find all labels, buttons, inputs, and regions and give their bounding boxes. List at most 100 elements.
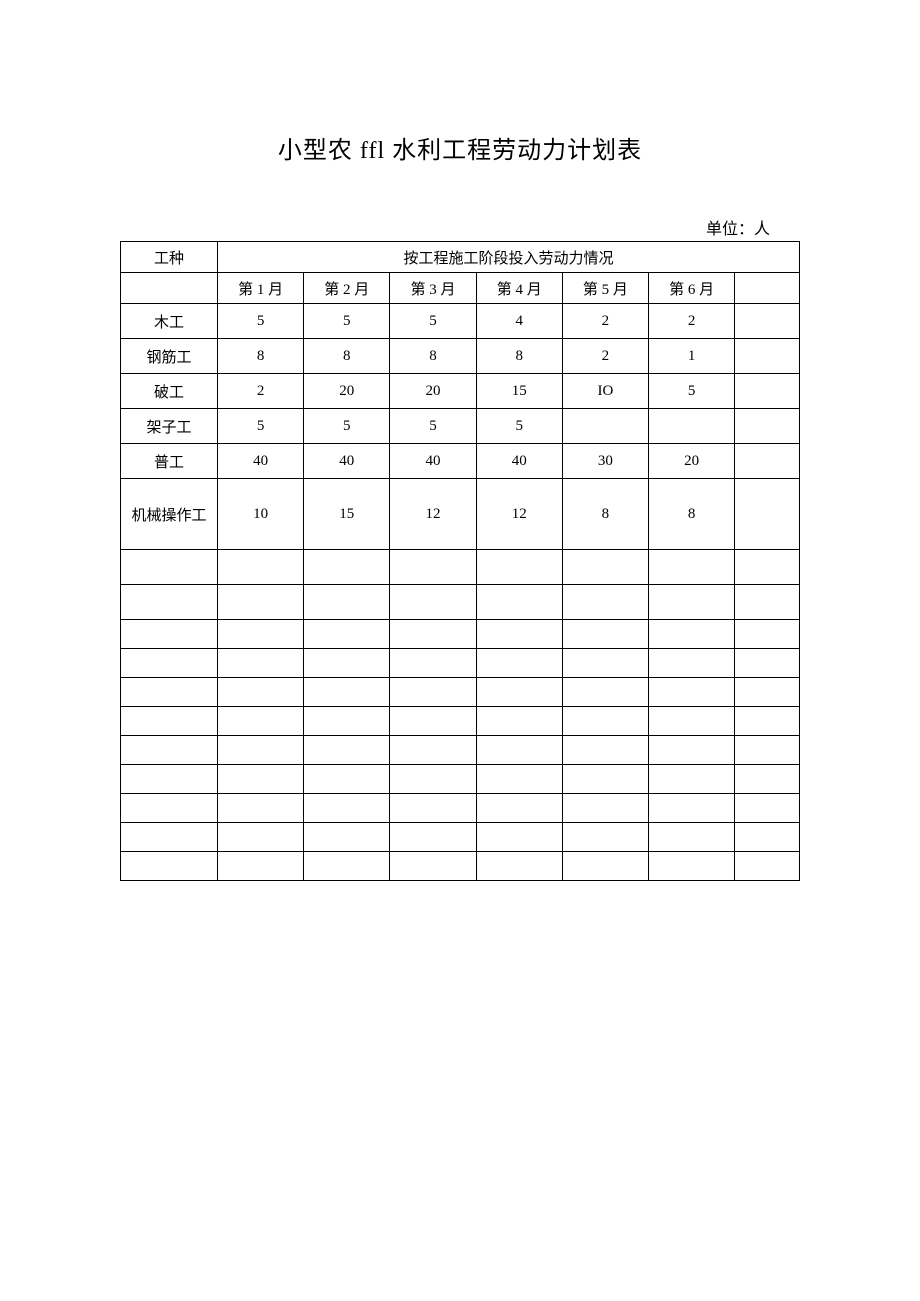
cell-m4: 5 [476, 409, 562, 444]
cell-m6: 8 [649, 479, 735, 550]
table-row [121, 649, 800, 678]
empty-cell [649, 678, 735, 707]
col-header-month-2: 第 2 月 [304, 273, 390, 304]
cell-m6: 20 [649, 444, 735, 479]
table-row [121, 794, 800, 823]
empty-cell [121, 736, 218, 765]
empty-cell [735, 620, 800, 649]
empty-cell [304, 620, 390, 649]
empty-cell [649, 649, 735, 678]
empty-cell [121, 620, 218, 649]
empty-cell [121, 707, 218, 736]
empty-cell [390, 620, 476, 649]
cell-m2: 8 [304, 339, 390, 374]
col-header-type-blank [121, 273, 218, 304]
empty-cell [390, 585, 476, 620]
empty-cell [476, 794, 562, 823]
empty-cell [562, 765, 648, 794]
table-row [121, 707, 800, 736]
empty-cell [649, 585, 735, 620]
empty-cell [562, 585, 648, 620]
empty-cell [476, 736, 562, 765]
empty-cell [476, 620, 562, 649]
empty-cell [735, 765, 800, 794]
cell-m3: 40 [390, 444, 476, 479]
cell-m4: 40 [476, 444, 562, 479]
empty-cell [217, 794, 303, 823]
empty-cell [390, 649, 476, 678]
empty-cell [390, 852, 476, 881]
empty-cell [121, 765, 218, 794]
table-row: 普工404040403020 [121, 444, 800, 479]
row-label: 架子工 [121, 409, 218, 444]
table-row: 钢筋工888821 [121, 339, 800, 374]
cell-m6 [649, 409, 735, 444]
empty-cell [304, 765, 390, 794]
empty-cell [476, 649, 562, 678]
empty-cell [217, 852, 303, 881]
empty-cell [476, 550, 562, 585]
empty-cell [735, 852, 800, 881]
cell-m5: 2 [562, 304, 648, 339]
empty-cell [390, 794, 476, 823]
col-header-month-3: 第 3 月 [390, 273, 476, 304]
empty-cell [562, 736, 648, 765]
empty-cell [390, 736, 476, 765]
cell-m5 [562, 409, 648, 444]
empty-cell [121, 585, 218, 620]
table-row: 木工555422 [121, 304, 800, 339]
empty-cell [304, 852, 390, 881]
cell-m4: 12 [476, 479, 562, 550]
empty-cell [217, 620, 303, 649]
empty-cell [649, 852, 735, 881]
empty-cell [476, 678, 562, 707]
row-label: 木工 [121, 304, 218, 339]
cell-m1: 2 [217, 374, 303, 409]
table-row [121, 736, 800, 765]
empty-cell [562, 823, 648, 852]
empty-cell [121, 794, 218, 823]
cell-m6: 1 [649, 339, 735, 374]
empty-cell [304, 794, 390, 823]
cell-m1: 40 [217, 444, 303, 479]
row-label: 机械操作工 [121, 479, 218, 550]
col-header-month-6: 第 6 月 [649, 273, 735, 304]
cell-m3: 5 [390, 409, 476, 444]
empty-cell [562, 852, 648, 881]
empty-cell [304, 823, 390, 852]
empty-cell [562, 550, 648, 585]
cell-m2: 20 [304, 374, 390, 409]
cell-last [735, 339, 800, 374]
cell-m4: 4 [476, 304, 562, 339]
col-header-last [735, 273, 800, 304]
empty-cell [735, 550, 800, 585]
empty-cell [121, 550, 218, 585]
cell-m3: 12 [390, 479, 476, 550]
empty-cell [476, 823, 562, 852]
empty-cell [121, 678, 218, 707]
empty-cell [217, 678, 303, 707]
empty-cell [390, 823, 476, 852]
table-row [121, 678, 800, 707]
cell-m4: 15 [476, 374, 562, 409]
cell-m4: 8 [476, 339, 562, 374]
empty-cell [562, 678, 648, 707]
table-row: 破工2202015IO5 [121, 374, 800, 409]
empty-cell [562, 649, 648, 678]
cell-last [735, 409, 800, 444]
empty-cell [735, 794, 800, 823]
row-label: 普工 [121, 444, 218, 479]
empty-cell [217, 649, 303, 678]
col-header-month-1: 第 1 月 [217, 273, 303, 304]
cell-m3: 5 [390, 304, 476, 339]
empty-cell [304, 707, 390, 736]
col-header-month-4: 第 4 月 [476, 273, 562, 304]
empty-cell [476, 707, 562, 736]
empty-cell [735, 707, 800, 736]
empty-cell [649, 794, 735, 823]
empty-cell [217, 585, 303, 620]
cell-last [735, 374, 800, 409]
table-row [121, 550, 800, 585]
empty-cell [649, 550, 735, 585]
empty-cell [217, 765, 303, 794]
